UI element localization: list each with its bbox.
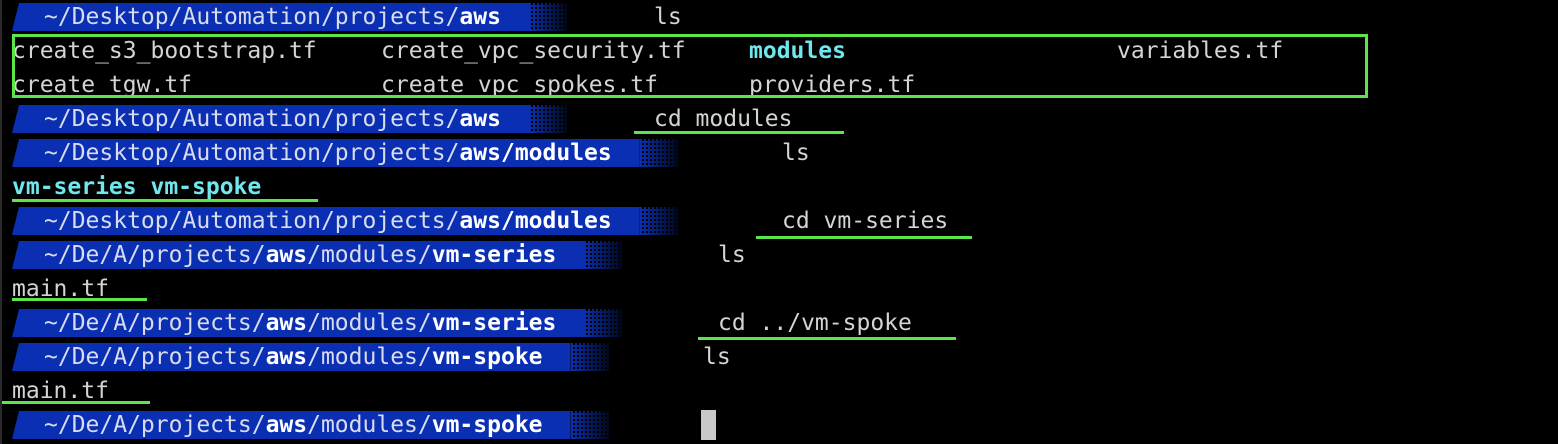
terminal-line-current[interactable]: ~/De/A/projects/aws/modules/vm-spoke	[0, 408, 1558, 442]
prompt: ~/Desktop/Automation/projects/aws/module…	[12, 139, 678, 167]
prompt-path: ~/De/A/projects/aws/modules/vm-series	[12, 309, 585, 337]
prompt-path: ~/Desktop/Automation/projects/aws	[12, 3, 529, 31]
ls-output-vm-series: main.tf	[0, 272, 1558, 306]
file-entry: create_vpc_spokes.tf	[381, 72, 658, 98]
prompt: ~/Desktop/Automation/projects/aws	[12, 105, 567, 133]
prompt-separator	[570, 343, 609, 371]
prompt: ~/Desktop/Automation/projects/aws	[12, 3, 567, 31]
prompt: ~/De/A/projects/aws/modules/vm-spoke	[12, 411, 609, 439]
prompt-path: ~/De/A/projects/aws/modules/vm-spoke	[12, 411, 571, 439]
terminal-line-5: ~/Desktop/Automation/projects/aws/module…	[0, 136, 1558, 170]
terminal-line-10: ~/De/A/projects/aws/modules/vm-series cd…	[0, 306, 1558, 340]
prompt-separator	[528, 3, 567, 31]
prompt: ~/Desktop/Automation/projects/aws/module…	[12, 207, 678, 235]
prompt-separator	[570, 411, 609, 439]
prompt: ~/De/A/projects/aws/modules/vm-series	[12, 241, 623, 269]
prompt-path: ~/Desktop/Automation/projects/aws/module…	[12, 207, 640, 235]
prompt-separator	[584, 309, 623, 337]
ls-output-vm-spoke: main.tf	[0, 374, 1558, 408]
terminal-line-1: ~/Desktop/Automation/projects/aws ls	[0, 0, 1558, 34]
command-text: cd ../vm-spoke	[718, 310, 912, 336]
terminal-line-11: ~/De/A/projects/aws/modules/vm-spoke ls	[0, 340, 1558, 374]
text-cursor[interactable]	[701, 410, 716, 440]
command-text: cd vm-series	[782, 208, 949, 234]
prompt-separator	[528, 105, 567, 133]
prompt: ~/De/A/projects/aws/modules/vm-series	[12, 309, 623, 337]
file-entry: providers.tf	[749, 72, 916, 98]
highlight-underline	[634, 131, 844, 134]
terminal-window[interactable]: ~/Desktop/Automation/projects/aws ls cre…	[0, 0, 1558, 444]
file-entry: create_tgw.tf	[12, 72, 193, 98]
ls-output-row-2: create_tgw.tf create_vpc_spokes.tf provi…	[0, 68, 1558, 102]
terminal-line-8: ~/De/A/projects/aws/modules/vm-series ls	[0, 238, 1558, 272]
terminal-line-7: ~/Desktop/Automation/projects/aws/module…	[0, 204, 1558, 238]
command-text: ls	[703, 344, 731, 370]
highlight-underline	[12, 199, 318, 202]
highlight-underline	[12, 298, 147, 301]
command-text: ls	[654, 4, 682, 30]
ls-output-row-1: create_s3_bootstrap.tf create_vpc_securi…	[0, 34, 1558, 68]
prompt-path: ~/De/A/projects/aws/modules/vm-series	[12, 241, 585, 269]
directory-entry: modules	[749, 38, 846, 64]
prompt-path: ~/Desktop/Automation/projects/aws/module…	[12, 139, 640, 167]
prompt-path: ~/De/A/projects/aws/modules/vm-spoke	[12, 343, 571, 371]
prompt-separator	[584, 241, 623, 269]
prompt: ~/De/A/projects/aws/modules/vm-spoke	[12, 343, 609, 371]
file-entry: create_vpc_security.tf	[381, 38, 686, 64]
file-entry: create_s3_bootstrap.tf	[12, 38, 317, 64]
file-entry: variables.tf	[1117, 38, 1284, 64]
command-text: ls	[782, 140, 810, 166]
prompt-separator	[639, 207, 678, 235]
command-text: ls	[718, 242, 746, 268]
prompt-separator	[639, 139, 678, 167]
highlight-underline	[2, 401, 150, 404]
prompt-path: ~/Desktop/Automation/projects/aws	[12, 105, 529, 133]
